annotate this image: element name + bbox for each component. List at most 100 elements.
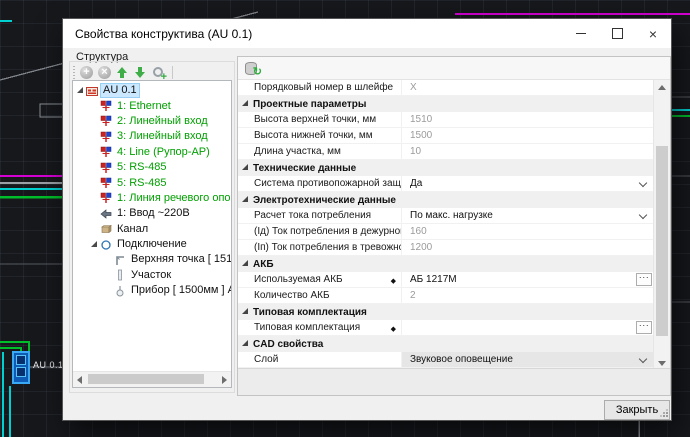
chevron-down-icon[interactable] [639, 355, 647, 363]
move-up-icon[interactable] [116, 66, 129, 79]
property-row[interactable]: (Iд) Ток потребления в дежурном ре...160 [238, 224, 654, 240]
property-category-row[interactable]: Проектные параметры [238, 96, 654, 112]
cad-device-label: AU 0.1 [33, 360, 64, 370]
tree-horizontal-scrollbar[interactable] [73, 371, 231, 387]
title-bar[interactable]: Свойства конструктива (AU 0.1) × [63, 19, 671, 48]
tree-item[interactable]: Подключение [73, 237, 231, 252]
tree-item[interactable]: Участок [73, 268, 231, 283]
tree-item[interactable]: 4: Line (Рупор-АР) [73, 145, 231, 160]
refresh-data-icon[interactable]: ↻ [245, 61, 260, 75]
category-label: Технические данные [253, 163, 356, 174]
property-row[interactable]: Типовая комплектация◆ [238, 320, 654, 336]
collapse-icon[interactable] [242, 196, 248, 202]
toolbar-grip[interactable] [73, 66, 75, 79]
chevron-down-icon[interactable] [639, 179, 647, 187]
collapse-icon[interactable] [242, 164, 248, 170]
expander-spacer [104, 255, 114, 265]
delete-icon[interactable] [98, 66, 111, 79]
scroll-up-icon[interactable] [658, 85, 666, 90]
property-value[interactable]: 2 [401, 288, 654, 303]
property-value[interactable]: Да [401, 176, 654, 191]
ellipsis-button[interactable] [636, 321, 652, 334]
scroll-left-icon[interactable] [77, 376, 82, 384]
property-row[interactable]: Порядковый номер в шлейфеX [238, 80, 654, 96]
property-row[interactable]: Высота нижней точки, мм1500 [238, 128, 654, 144]
property-category-row[interactable]: Типовая комплектация [238, 304, 654, 320]
property-name: Длина участка, мм [238, 146, 401, 157]
maximize-icon [612, 28, 623, 39]
cad-device-symbol[interactable] [12, 351, 30, 384]
tree-item-label: 1: Линия речевого оповеще [115, 192, 232, 205]
property-value[interactable]: 1200 [401, 240, 654, 255]
property-name: Используемая АКБ◆ [238, 274, 401, 285]
device-detail [16, 355, 26, 365]
expander-icon[interactable] [76, 86, 86, 96]
property-row[interactable]: СлойЗвуковое оповещение [238, 352, 654, 368]
property-value[interactable]: 10 [401, 144, 654, 159]
tree-item[interactable]: Канал [73, 222, 231, 237]
tree-item[interactable]: 1: Ethernet [73, 98, 231, 113]
tree-item-label: Канал [115, 223, 150, 236]
property-row[interactable]: Длина участка, мм10 [238, 144, 654, 160]
property-value[interactable]: 1500 [401, 128, 654, 143]
property-name: Расчет тока потребления [238, 210, 401, 221]
minimize-button[interactable] [563, 19, 599, 48]
category-label: CAD свойства [253, 339, 323, 350]
tree-item-label: AU 0.1 [101, 84, 139, 97]
collapse-icon[interactable] [242, 308, 248, 314]
tree-item[interactable]: AU 0.1 [73, 83, 231, 98]
property-row[interactable]: Используемая АКБ◆АБ 1217М [238, 272, 654, 288]
property-category-row[interactable]: Технические данные [238, 160, 654, 176]
add-icon[interactable] [80, 66, 93, 79]
expander-icon[interactable] [90, 240, 100, 250]
tree-item[interactable]: 5: RS-485 [73, 160, 231, 175]
tree-item[interactable]: 1: Ввод ~220В [73, 206, 231, 221]
property-row[interactable]: Количество АКБ2 [238, 288, 654, 304]
property-value[interactable] [401, 320, 654, 335]
resize-grip[interactable] [660, 409, 668, 417]
property-value[interactable]: Звуковое оповещение [401, 352, 654, 367]
move-down-icon[interactable] [134, 66, 147, 79]
scrollbar-thumb[interactable] [656, 146, 668, 336]
property-value-text: По макс. нагрузке [410, 210, 493, 221]
property-value[interactable]: X [401, 80, 654, 95]
property-value[interactable]: АБ 1217М [401, 272, 654, 287]
maximize-button[interactable] [599, 19, 635, 48]
collapse-icon[interactable] [242, 340, 248, 346]
property-row[interactable]: (Iп) Ток потребления в тревожном р...120… [238, 240, 654, 256]
property-value[interactable]: По макс. нагрузке [401, 208, 654, 223]
tree-item-label: 5: RS-485 [115, 177, 169, 190]
expander-spacer [90, 116, 100, 126]
tree-item[interactable]: 3: Линейный вход [73, 129, 231, 144]
property-row[interactable]: Расчет тока потребления По макс. нагрузке [238, 208, 654, 224]
close-button[interactable]: × [635, 19, 671, 48]
tree-item-label: 5: RS-485 [115, 161, 169, 174]
close-icon: × [649, 29, 657, 39]
tree-item[interactable]: Прибор [ 1500мм ] AU 0.1 [73, 283, 231, 298]
property-category-row[interactable]: АКБ [238, 256, 654, 272]
scroll-right-icon[interactable] [222, 376, 227, 384]
property-category-row[interactable]: Электротехнические данные [238, 192, 654, 208]
property-value[interactable]: 160 [401, 224, 654, 239]
ellipsis-button[interactable] [636, 273, 652, 286]
tree-item[interactable]: 5: RS-485 [73, 175, 231, 190]
tree-item[interactable]: Верхняя точка [ 1510мм ] [73, 252, 231, 267]
property-category-row[interactable]: CAD свойства [238, 336, 654, 352]
property-value[interactable]: 1510 [401, 112, 654, 127]
structure-tree: AU 0.11: Ethernet2: Линейный вход3: Лине… [73, 83, 231, 298]
grid-vertical-scrollbar[interactable] [653, 80, 670, 371]
add-component-icon[interactable] [152, 66, 167, 80]
tree-item[interactable]: 1: Линия речевого оповеще [73, 191, 231, 206]
structure-group: AU 0.11: Ethernet2: Линейный вход3: Лине… [69, 61, 235, 393]
tree-item[interactable]: 2: Линейный вход [73, 114, 231, 129]
chevron-down-icon[interactable] [639, 211, 647, 219]
port-icon [100, 100, 112, 112]
collapse-icon[interactable] [242, 100, 248, 106]
property-row[interactable]: Система противопожарной защитыДа [238, 176, 654, 192]
collapse-icon[interactable] [242, 260, 248, 266]
scrollbar-thumb[interactable] [88, 374, 204, 384]
property-row[interactable]: Высота верхней точки, мм1510 [238, 112, 654, 128]
tree-item-label: 1: Ввод ~220В [115, 207, 192, 220]
scroll-down-icon[interactable] [658, 361, 666, 366]
corner-icon [114, 254, 126, 266]
